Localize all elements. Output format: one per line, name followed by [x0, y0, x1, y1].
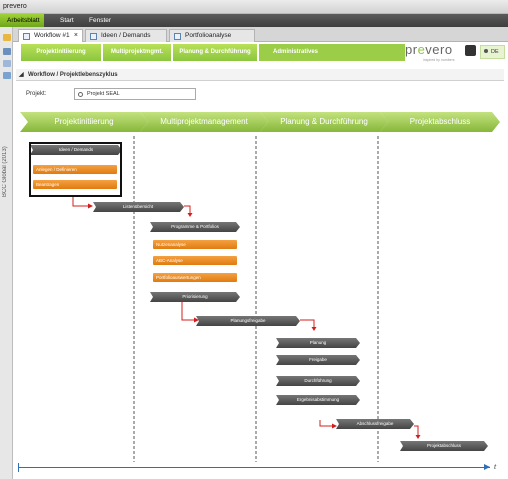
phase-label-2: Multiprojektmanagement [160, 117, 248, 126]
substep-beantragen[interactable]: Beantragen [33, 180, 117, 189]
workflow-diagram [20, 112, 500, 462]
step-planung[interactable]: Planung [279, 338, 357, 348]
substep-portfolio[interactable]: Portfolioauswertungen [153, 273, 237, 282]
step-listen[interactable]: Listenübersicht [96, 202, 180, 212]
step-abschlussfreigabe[interactable]: Abschlussfreigabe [339, 419, 411, 429]
step-freigabe[interactable]: Freigabe [279, 355, 357, 365]
substep-nutzenanalyse[interactable]: Nutzenanalyse [153, 240, 237, 249]
step-ideen[interactable]: Ideen / Demands [33, 145, 119, 155]
step-programme[interactable]: Programme & Portfolios [153, 222, 237, 232]
step-durchfuehrung[interactable]: Durchführung [279, 376, 357, 386]
substep-abc[interactable]: ABC-Analyse [153, 256, 237, 265]
substep-anlegen[interactable]: Anlegen / Definieren [33, 165, 117, 174]
phase-label-1: Projektinitiierung [54, 117, 114, 126]
phase-label-4: Projektabschluss [409, 117, 471, 126]
timeline-axis [18, 467, 490, 468]
timeline-arrowhead [484, 464, 490, 470]
phase-label-3: Planung & Durchführung [280, 117, 368, 126]
step-planungsfreigabe[interactable]: Planungsfreigabe [199, 316, 297, 326]
step-projektabschluss[interactable]: Projektabschluss [403, 441, 485, 451]
timeline-label: t [494, 462, 497, 471]
timeline-start-tick [18, 463, 19, 472]
step-ergebnis[interactable]: Ergebnisabstimmung [279, 395, 357, 405]
step-priorisierung[interactable]: Priorisierung [153, 292, 237, 302]
